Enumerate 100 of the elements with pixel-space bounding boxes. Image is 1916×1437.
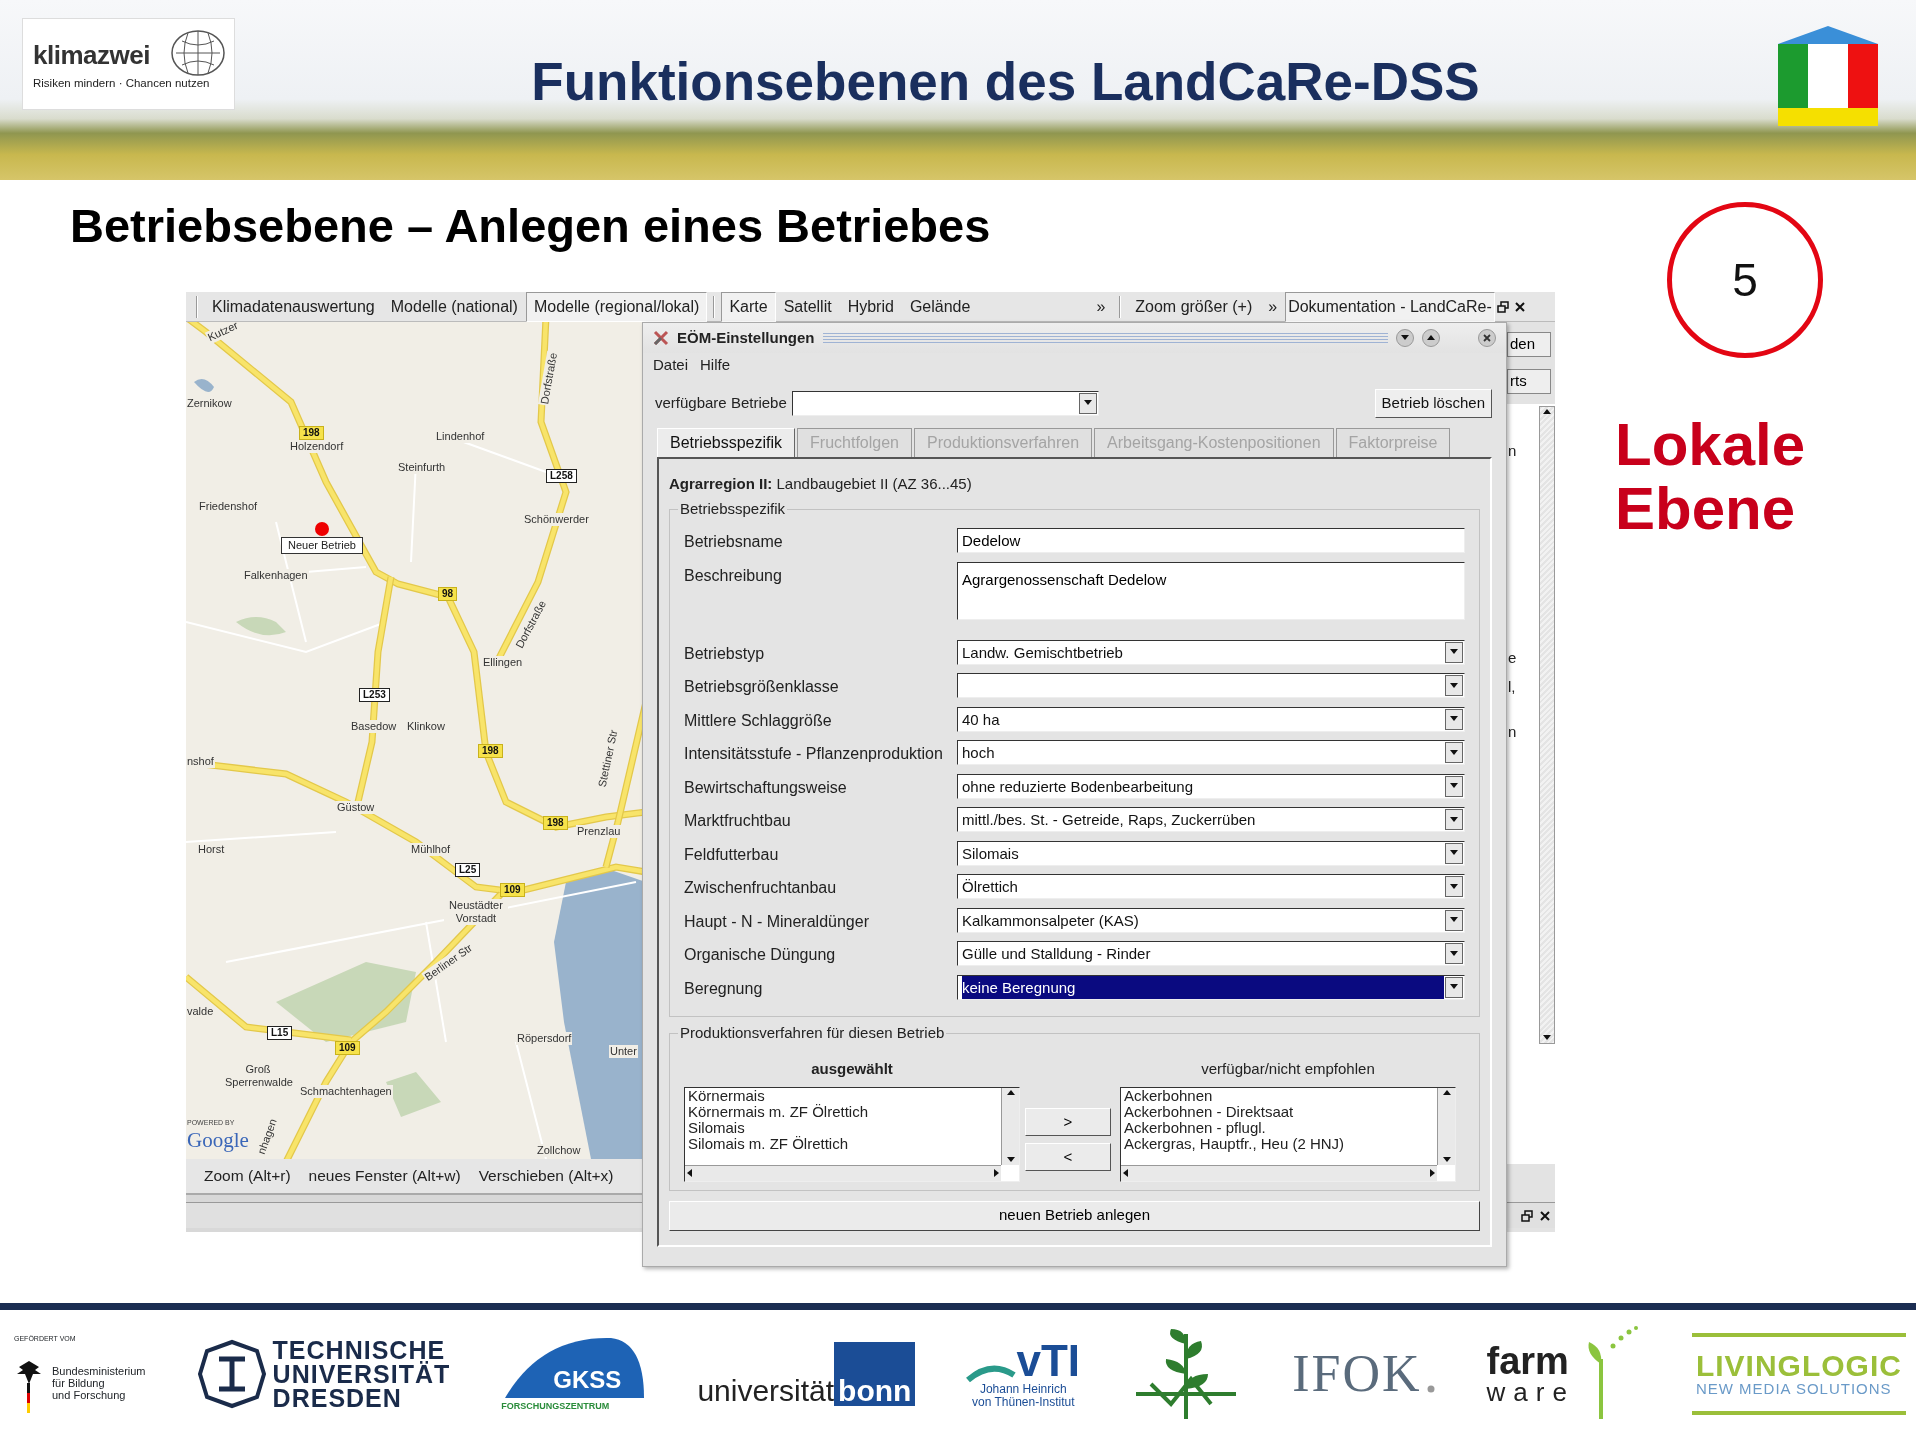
slide-subtitle: Betriebsebene – Anlegen eines Betriebes: [70, 200, 992, 252]
document-text: l,: [1508, 677, 1516, 697]
tools-icon: [653, 330, 669, 346]
road-shield: 109: [335, 1041, 360, 1055]
map-type-tab[interactable]: Hybrid: [839, 291, 902, 322]
place-label: Horst: [197, 843, 226, 856]
map-tool-button[interactable]: neues Fenster (Alt+w): [300, 1161, 469, 1191]
logo-caption: FORSCHUNGSZENTRUM: [501, 1399, 610, 1413]
tab[interactable]: Betriebsspezifik: [657, 427, 796, 457]
field-label: Organische Düngung: [684, 945, 837, 965]
button[interactable]: rts: [1507, 369, 1551, 394]
scrollbar[interactable]: [1539, 406, 1555, 1044]
text-area[interactable]: Agrargenossenschaft Dedelow: [957, 561, 1465, 620]
maximize-button[interactable]: [1422, 329, 1440, 347]
dropdown[interactable]: Silomais: [957, 840, 1465, 866]
place-label: Basedow: [350, 720, 398, 733]
place-label: nshof: [186, 755, 215, 768]
list-item[interactable]: Ackerbohnen: [1121, 1087, 1216, 1104]
road-shield: 198: [478, 744, 503, 758]
remove-button[interactable]: <: [1025, 1143, 1111, 1171]
map-marker[interactable]: [315, 522, 329, 536]
menu-tab[interactable]: Modelle (regional/lokal): [525, 291, 708, 322]
menu-item[interactable]: Datei: [653, 353, 689, 377]
dropdown[interactable]: keine Beregnung: [957, 974, 1465, 1000]
delete-button[interactable]: Betrieb löschen: [1374, 389, 1492, 418]
add-button[interactable]: >: [1025, 1108, 1111, 1136]
map-type-tab[interactable]: Satellit: [775, 291, 840, 322]
zoom-in-button[interactable]: Zoom größer (+): [1127, 291, 1261, 322]
menu-tab[interactable]: Klimadatenauswertung: [204, 291, 383, 322]
dropdown[interactable]: [791, 390, 1099, 416]
place-label: Stettiner Str: [595, 727, 621, 790]
restore-icon: [1496, 300, 1509, 313]
list-item[interactable]: Körnermais m. ZF Ölrettich: [685, 1103, 872, 1120]
field-label: Bewirtschaftungsweise: [684, 777, 848, 798]
field-label: Marktfruchtbau: [684, 811, 792, 831]
list-item[interactable]: Körnermais: [685, 1087, 768, 1104]
scrollbar[interactable]: [1001, 1087, 1019, 1165]
place-label: valde: [186, 1005, 215, 1018]
dropdown[interactable]: Gülle und Stalldung - Rinder: [957, 941, 1465, 966]
logo-tagline: Risiken mindern · Chancen nutzen: [33, 75, 211, 91]
field-label: Betriebsname: [684, 532, 784, 552]
more-button[interactable]: »: [1260, 291, 1286, 322]
column-heading: ausgewählt: [810, 1059, 894, 1079]
university-seal-icon: [196, 1338, 267, 1409]
field-label: Zwischenfruchtanbau: [684, 878, 838, 898]
place-label: Holzendorf: [289, 440, 345, 453]
logo-text: LIVINGLOGIC: [1695, 1350, 1902, 1381]
place-label: Schönwerder: [523, 513, 590, 526]
documentation-tab[interactable]: Dokumentation - LandCaRe-: [1285, 291, 1495, 322]
close-button[interactable]: [1478, 329, 1496, 347]
scrollbar[interactable]: [1437, 1087, 1455, 1165]
map-type-tab[interactable]: Gelände: [901, 291, 979, 322]
list-item[interactable]: Ackergras, Hauptfr., Heu (2 HNJ): [1121, 1135, 1348, 1152]
field-label: Beschreibung: [684, 565, 783, 586]
create-button[interactable]: neuen Betrieb anlegen: [669, 1200, 1480, 1231]
dropdown[interactable]: Kalkammonsalpeter (KAS): [957, 907, 1465, 933]
logo-text: klimazwei: [33, 38, 150, 72]
list-item[interactable]: Silomais m. ZF Ölrettich: [685, 1135, 852, 1152]
map-type-tab[interactable]: Karte: [721, 291, 776, 322]
road-shield: 109: [500, 883, 525, 897]
scrollbar[interactable]: [1121, 1164, 1437, 1181]
dropdown[interactable]: Ölrettich: [957, 874, 1465, 899]
list-item[interactable]: Ackerbohnen - Direktsaat: [1121, 1103, 1297, 1120]
dialog-title: EÖM-Einstellungen: [677, 327, 815, 348]
document-text: e: [1508, 648, 1517, 668]
close-icon: [1539, 1209, 1551, 1222]
map-tool-button[interactable]: Zoom (Alt+r): [196, 1161, 299, 1191]
field-label: Betriebsgrößenklasse: [684, 677, 840, 697]
arrow-icon: [685, 1168, 695, 1178]
dropdown[interactable]: [957, 673, 1465, 698]
dropdown[interactable]: 40 ha: [957, 706, 1465, 732]
ministry-name: und Forschung: [52, 1388, 127, 1401]
text-field[interactable]: Dedelow: [957, 528, 1465, 553]
university-name: TECHNISCHE: [272, 1337, 446, 1362]
menu-tab[interactable]: Modelle (national): [382, 291, 526, 322]
dropdown[interactable]: hoch: [957, 740, 1465, 765]
arrow-icon: [1121, 1168, 1131, 1178]
close-icon: [1513, 300, 1526, 313]
button[interactable]: den: [1507, 332, 1551, 357]
dot-icon: [1427, 1384, 1436, 1393]
step-number: 5: [1667, 202, 1823, 358]
dropdown[interactable]: ohne reduzierte Bodenbearbeitung: [957, 773, 1465, 799]
logo-text: vTI: [1016, 1338, 1081, 1383]
road-shield: L258: [546, 469, 577, 483]
logo-caption: Johann Heinrich: [978, 1382, 1068, 1396]
dropdown[interactable]: Landw. Gemischtbetrieb: [957, 639, 1465, 665]
ministry-name: Bundesministerium: [52, 1364, 146, 1377]
field-label: Haupt - N - Mineraldünger: [684, 911, 870, 932]
dropdown[interactable]: mittl./bes. St. - Getreide, Raps, Zuckerrüben: [957, 807, 1465, 832]
map-tool-button[interactable]: Verschieben (Alt+x): [470, 1161, 622, 1191]
close-icon: [1482, 333, 1492, 343]
menu-item[interactable]: Hilfe: [700, 353, 731, 377]
logo-caption: von Thünen-Institut: [971, 1395, 1076, 1409]
more-button[interactable]: »: [1088, 291, 1114, 322]
list-item[interactable]: Silomais: [685, 1119, 748, 1136]
scrollbar[interactable]: [685, 1164, 1001, 1181]
minimize-button[interactable]: [1396, 329, 1414, 347]
list-item[interactable]: Ackerbohnen - pflugl.: [1121, 1119, 1269, 1136]
document-text: n: [1508, 441, 1517, 461]
arrow-icon: [991, 1168, 1001, 1178]
